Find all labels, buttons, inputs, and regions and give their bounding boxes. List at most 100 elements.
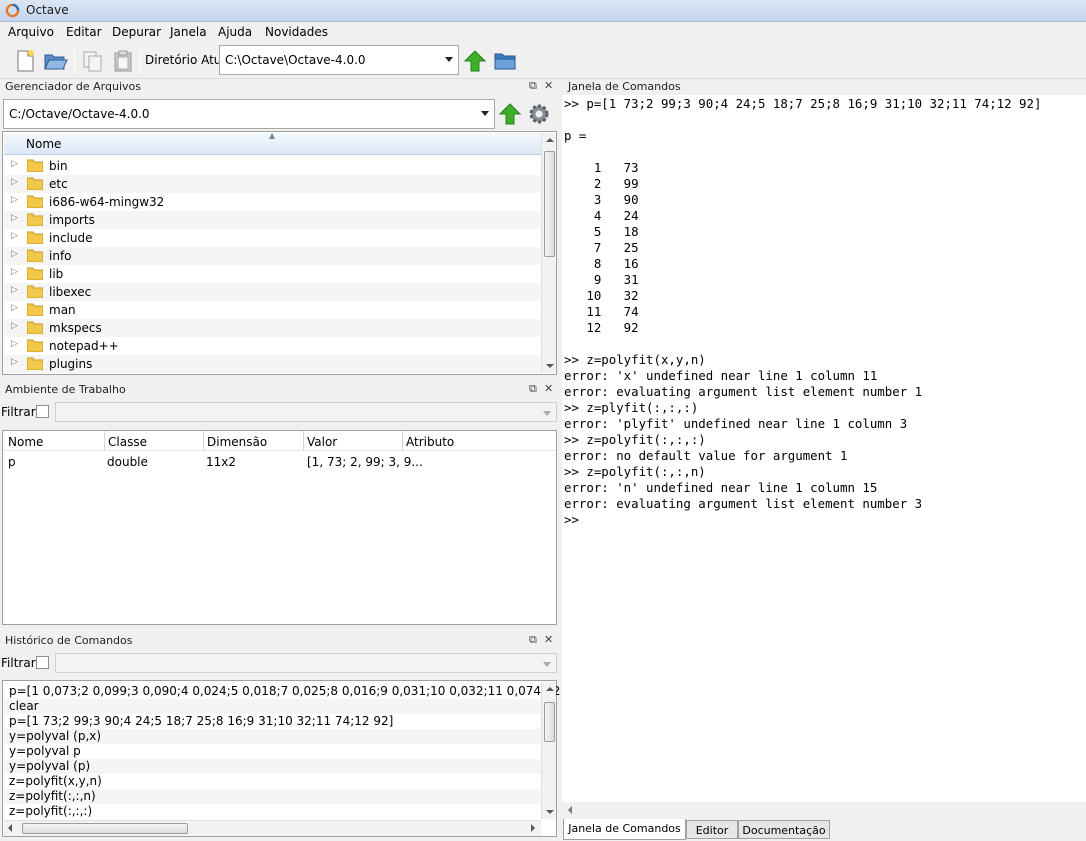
history-item[interactable]: y=polyval (p,x) bbox=[4, 729, 541, 744]
col-nome[interactable]: Nome bbox=[8, 435, 43, 449]
file-item[interactable]: ▷ i686-w64-mingw32 bbox=[4, 193, 541, 211]
command-window-title: Janela de Comandos bbox=[568, 80, 681, 93]
scroll-right-icon[interactable] bbox=[531, 824, 535, 832]
expand-icon[interactable]: ▷ bbox=[11, 339, 18, 349]
scroll-down-icon[interactable] bbox=[546, 364, 554, 368]
up-arrow-icon[interactable] bbox=[462, 48, 488, 74]
history-item[interactable]: z=polyfit(:,:,n) bbox=[4, 789, 541, 804]
file-item[interactable]: ▷ imports bbox=[4, 211, 541, 229]
file-item[interactable]: ▷ lib bbox=[4, 265, 541, 283]
col-atributo[interactable]: Atributo bbox=[406, 435, 454, 449]
folder-icon bbox=[27, 231, 43, 244]
scrollbar-thumb[interactable] bbox=[544, 702, 555, 742]
scroll-up-icon[interactable] bbox=[546, 138, 554, 142]
history-vscrollbar[interactable] bbox=[541, 682, 556, 819]
scrollbar-thumb[interactable] bbox=[544, 151, 555, 257]
scrollbar-thumb[interactable] bbox=[22, 823, 188, 834]
browse-folder-icon[interactable] bbox=[492, 48, 518, 74]
folder-icon bbox=[27, 285, 43, 298]
column-name-header: Nome bbox=[26, 137, 62, 151]
expand-icon[interactable]: ▷ bbox=[11, 303, 18, 313]
undock-icon[interactable]: ⧉ bbox=[529, 79, 537, 93]
open-folder-icon[interactable] bbox=[42, 48, 68, 74]
workspace-dock-buttons: ⧉ ✕ bbox=[529, 382, 557, 396]
history-item[interactable]: z=polyfit(:,:,:) bbox=[4, 804, 541, 819]
history-item[interactable]: y=polyval (p) bbox=[4, 759, 541, 774]
file-item[interactable]: ▷ etc bbox=[4, 175, 541, 193]
command-window[interactable]: >> p=[1 73;2 99;3 90;4 24;5 18;7 25;8 16… bbox=[562, 95, 1086, 802]
tab-janela-de-comandos[interactable]: Janela de Comandos bbox=[563, 819, 686, 840]
file-browser-path-combo[interactable]: C:/Octave/Octave-4.0.0 bbox=[3, 99, 495, 129]
file-item[interactable]: ▷ info bbox=[4, 247, 541, 265]
tab-editor[interactable]: Editor bbox=[686, 820, 738, 839]
workspace-filter-checkbox[interactable] bbox=[36, 405, 49, 418]
menu-novidades[interactable]: Novidades bbox=[265, 25, 328, 39]
folder-icon bbox=[27, 339, 43, 352]
history-item[interactable]: clear bbox=[4, 699, 541, 714]
close-icon[interactable]: ✕ bbox=[544, 79, 553, 92]
undock-icon[interactable]: ⧉ bbox=[529, 633, 537, 647]
workspace-title: Ambiente de Trabalho bbox=[5, 383, 126, 396]
expand-icon[interactable]: ▷ bbox=[11, 285, 18, 295]
expand-icon[interactable]: ▷ bbox=[11, 159, 18, 169]
var-name: p bbox=[8, 455, 16, 469]
expand-icon[interactable]: ▷ bbox=[11, 195, 18, 205]
current-directory-combo[interactable]: C:\Octave\Octave-4.0.0 bbox=[219, 45, 459, 75]
file-item[interactable]: ▷ include bbox=[4, 229, 541, 247]
history-item[interactable]: y=polyval p bbox=[4, 744, 541, 759]
file-item[interactable]: ▷ libexec bbox=[4, 283, 541, 301]
file-item[interactable]: ▷ notepad++ bbox=[4, 337, 541, 355]
undock-icon[interactable]: ⧉ bbox=[529, 382, 537, 396]
close-icon[interactable]: ✕ bbox=[544, 382, 553, 395]
expand-icon[interactable]: ▷ bbox=[11, 213, 18, 223]
expand-icon[interactable]: ▷ bbox=[11, 321, 18, 331]
copy-icon[interactable] bbox=[80, 48, 106, 74]
menu-janela[interactable]: Janela bbox=[170, 25, 207, 39]
history-filter-combo[interactable] bbox=[55, 653, 557, 673]
menu-depurar[interactable]: Depurar bbox=[112, 25, 161, 39]
file-item[interactable]: ▷ mkspecs bbox=[4, 319, 541, 337]
file-list-scrollbar[interactable] bbox=[541, 133, 556, 373]
file-list-header[interactable]: ▲ Nome bbox=[4, 131, 541, 155]
history-item[interactable]: p=[1 73;2 99;3 90;4 24;5 18;7 25;8 16;9 … bbox=[4, 714, 541, 729]
col-valor[interactable]: Valor bbox=[307, 435, 337, 449]
file-list: ▲ Nome ▷ bin ▷ etc ▷ i686-w64-mingw32 ▷ impo… bbox=[2, 131, 557, 375]
close-icon[interactable]: ✕ bbox=[544, 633, 553, 646]
folder-icon bbox=[27, 357, 43, 370]
expand-icon[interactable]: ▷ bbox=[11, 249, 18, 259]
expand-icon[interactable]: ▷ bbox=[11, 267, 18, 277]
expand-icon[interactable]: ▷ bbox=[11, 231, 18, 241]
scroll-left-icon[interactable] bbox=[8, 824, 12, 832]
paste-icon[interactable] bbox=[110, 48, 136, 74]
menu-ajuda[interactable]: Ajuda bbox=[218, 25, 252, 39]
scroll-down-icon[interactable] bbox=[546, 810, 554, 814]
expand-icon[interactable]: ▷ bbox=[11, 177, 18, 187]
scroll-up-icon[interactable] bbox=[546, 687, 554, 691]
col-dimensao[interactable]: Dimensão bbox=[207, 435, 267, 449]
folder-icon bbox=[27, 321, 43, 334]
col-classe[interactable]: Classe bbox=[108, 435, 147, 449]
history-item[interactable]: z=polyfit(x,y,n) bbox=[4, 774, 541, 789]
command-window-hscrollbar[interactable] bbox=[562, 802, 1086, 818]
history-filter-checkbox[interactable] bbox=[36, 656, 49, 669]
window-title: Octave bbox=[26, 3, 69, 17]
workspace-filter-combo[interactable] bbox=[55, 402, 557, 422]
folder-icon bbox=[27, 213, 43, 226]
tab-documentacao[interactable]: Documentação bbox=[738, 820, 830, 839]
file-item[interactable]: ▷ bin bbox=[4, 157, 541, 175]
file-item[interactable]: ▷ man bbox=[4, 301, 541, 319]
column-divider bbox=[402, 431, 403, 451]
history-filter-label: Filtrar bbox=[1, 656, 36, 670]
expand-icon[interactable]: ▷ bbox=[11, 357, 18, 367]
file-browser-dock-buttons: ⧉ ✕ bbox=[529, 79, 557, 93]
scroll-left-icon[interactable] bbox=[568, 806, 572, 814]
menu-arquivo[interactable]: Arquivo bbox=[8, 25, 54, 39]
menu-editar[interactable]: Editar bbox=[66, 25, 102, 39]
parent-directory-icon[interactable] bbox=[497, 101, 523, 127]
file-item[interactable]: ▷ plugins bbox=[4, 355, 541, 373]
history-item[interactable]: p=[1 0,073;2 0,099;3 0,090;4 0,024;5 0,0… bbox=[4, 684, 603, 699]
new-file-icon[interactable] bbox=[12, 48, 38, 74]
column-divider bbox=[303, 431, 304, 451]
history-hscrollbar[interactable] bbox=[4, 820, 541, 836]
gear-icon[interactable] bbox=[526, 101, 552, 127]
